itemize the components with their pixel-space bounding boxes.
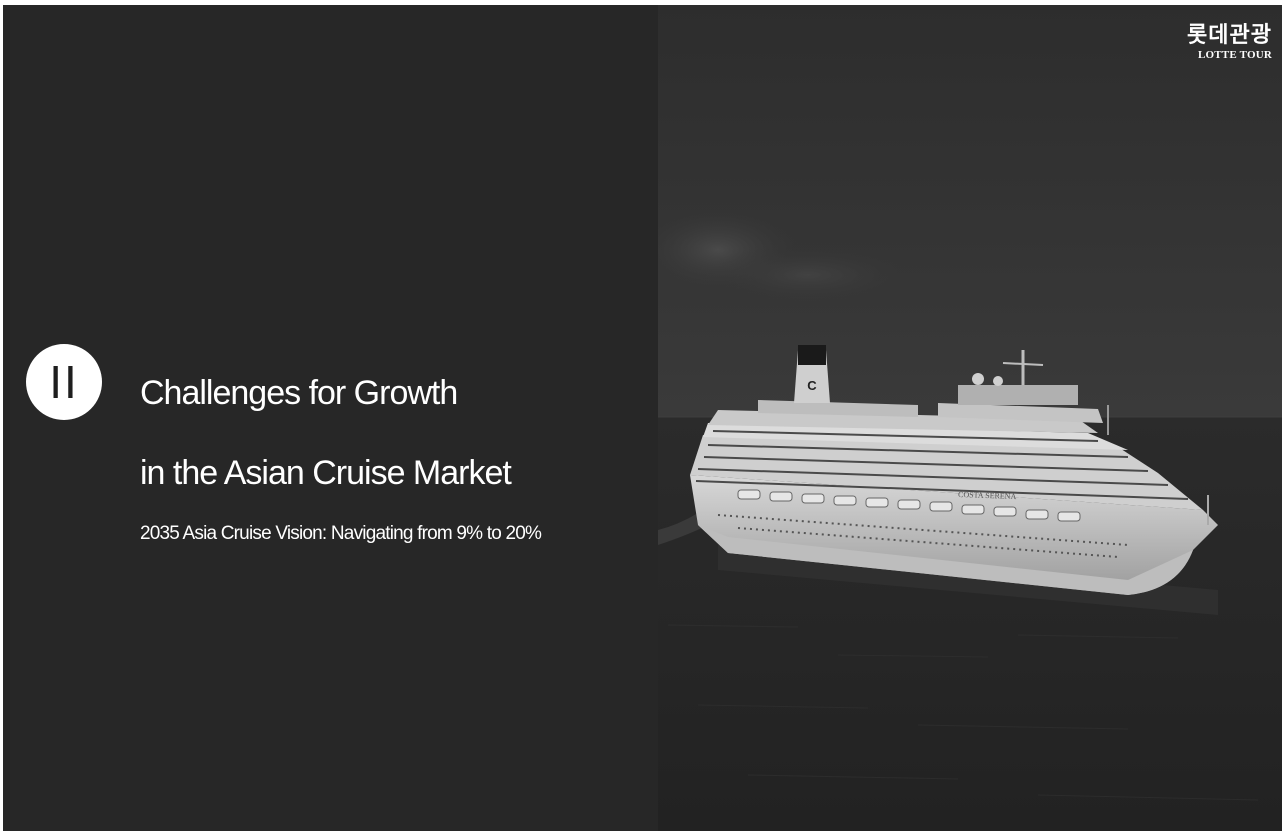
title-line-2: in the Asian Cruise Market (140, 454, 512, 492)
cruise-ship-illustration: C COSTA SERENA (658, 5, 1282, 831)
slide: II Challenges for Growth in the Asian Cr… (3, 5, 1282, 831)
section-number-badge: II (26, 344, 102, 420)
title-line-1: Challenges for Growth (140, 374, 458, 412)
logo-english-text: LOTTE TOUR (1197, 49, 1272, 61)
lotte-tour-logo: 롯데관광 LOTTE TOUR (1162, 25, 1272, 61)
title-panel: II Challenges for Growth in the Asian Cr… (3, 5, 658, 831)
funnel-letter: C (807, 378, 817, 393)
logo-korean-text: 롯데관광 (1187, 23, 1272, 48)
section-numeral: II (49, 356, 79, 408)
subtitle: 2035 Asia Cruise Vision: Navigating from… (140, 523, 542, 544)
cruise-ship-photo: C COSTA SERENA 롯데관광 LOTTE TOUR (658, 5, 1282, 831)
